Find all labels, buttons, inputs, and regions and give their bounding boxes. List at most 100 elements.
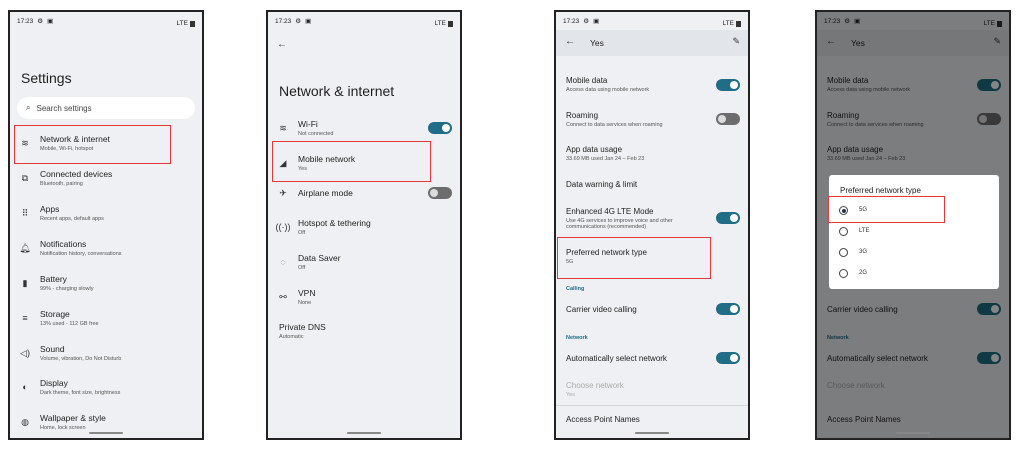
network-option-2g[interactable]: 2G (839, 264, 867, 282)
search-icon: ⌕ (26, 103, 31, 112)
cast-icon: ▣ (47, 18, 54, 25)
item-title: Wallpaper & style (40, 413, 106, 423)
settings-item-sound[interactable]: ◁) Sound Volume, vibration, Do Not Distur… (10, 336, 202, 370)
network-option-lte[interactable]: LTE (839, 222, 870, 240)
roaming-toggle[interactable] (716, 113, 740, 125)
item-title: Sound (40, 344, 65, 354)
item-subtitle: None (298, 300, 312, 306)
bell-icon: 🔔︎ (19, 242, 31, 253)
item-title: Hotspot & tethering (298, 218, 371, 228)
item-title: VPN (298, 288, 316, 298)
access-point-names-item[interactable]: Access Point Names (566, 415, 742, 424)
highlight-box (828, 196, 945, 223)
edit-pencil-icon[interactable]: ✎ (732, 36, 740, 47)
battery-icon: ▮ (22, 277, 28, 288)
status-time: 17:23 (275, 18, 292, 25)
search-placeholder: Search settings (36, 103, 92, 113)
item-subtitle: Connect to data services when roaming (566, 122, 663, 128)
item-subtitle: 13% used - 112 GB free (40, 321, 99, 327)
settings-item-connected-devices[interactable]: ⧉ Connected devices Bluetooth, pairing (10, 161, 202, 195)
toggle-knob (730, 214, 738, 222)
item-title: Connected devices (40, 169, 113, 179)
settings-item-display[interactable]: ◐ Display Dark theme, font size, brightne… (10, 370, 202, 404)
item-subtitle: Bluetooth, pairing (40, 181, 83, 187)
radio-unselected-icon (839, 226, 848, 236)
gesture-handle (896, 432, 930, 434)
preferred-network-dialog-screen: 17:23 ⚙ ▣ LTE ← Yes ✎ Mobile data Access d… (815, 10, 1011, 440)
app-bar: ← Yes ✎ (556, 30, 748, 56)
gesture-handle (635, 432, 669, 434)
section-header-network: Network (566, 335, 588, 341)
toggle-knob (430, 189, 438, 197)
settings-item-battery[interactable]: ▮ Battery 99% - charging slowly (10, 266, 202, 300)
radio-unselected-icon (839, 247, 848, 257)
wifi-toggle[interactable] (428, 122, 452, 134)
highlight-box (14, 125, 171, 164)
toggle-knob (730, 81, 738, 89)
lte-icon: LTE (176, 20, 188, 27)
display-icon: ◐ (22, 382, 28, 392)
item-title: Access Point Names (566, 415, 640, 424)
choose-network-item: Choose network Yes (566, 381, 742, 398)
item-subtitle: Off (298, 230, 306, 236)
highlight-box (272, 141, 431, 182)
back-arrow-icon[interactable]: ← (277, 39, 287, 50)
cast-icon: ▣ (593, 18, 600, 25)
volume-icon: ◁) (20, 347, 30, 358)
page-title: Yes (590, 38, 604, 48)
item-subtitle: 33.69 MB used Jan 24 – Feb 23 (566, 156, 645, 162)
item-title: Wi-Fi (298, 119, 318, 129)
item-subtitle: Home, lock screen (40, 425, 86, 431)
storage-icon: ≡ (22, 313, 28, 323)
item-subtitle: Volume, vibration, Do Not Disturb (40, 356, 122, 362)
back-arrow-icon[interactable]: ← (565, 36, 575, 47)
item-title: Display (40, 378, 68, 388)
network-item-private-dns[interactable]: Private DNS Automatic (268, 314, 460, 348)
data-warning-item[interactable]: Data warning & limit (566, 180, 742, 189)
section-header-calling: Calling (566, 286, 585, 292)
hotspot-icon: ((·)) (275, 222, 291, 232)
option-label: 2G (859, 270, 868, 276)
item-subtitle: Off (298, 265, 306, 271)
item-title: Battery (40, 274, 67, 284)
settings-item-notifications[interactable]: 🔔︎ Notifications Notification history, co… (10, 231, 202, 265)
airplane-toggle[interactable] (428, 187, 452, 199)
network-item-vpn[interactable]: ⚯ VPN None (268, 280, 460, 314)
battery-icon (448, 20, 453, 27)
radio-unselected-icon (839, 268, 848, 278)
network-item-data-saver[interactable]: ◌ Data Saver Off (268, 245, 460, 279)
settings-item-apps[interactable]: ⠿ Apps Recent apps, default apps (10, 196, 202, 230)
item-subtitle: Access data using mobile network (566, 87, 650, 93)
mobile-data-toggle[interactable] (716, 79, 740, 91)
auto-select-toggle[interactable] (716, 352, 740, 364)
app-data-usage-item[interactable]: App data usage 33.69 MB used Jan 24 – Fe… (566, 145, 742, 162)
carrier-video-toggle[interactable] (716, 303, 740, 315)
item-title: Storage (40, 309, 70, 319)
status-time: 17:23 (17, 18, 34, 25)
item-title: Airplane mode (298, 188, 353, 198)
battery-icon (736, 20, 741, 27)
settings-item-storage[interactable]: ≡ Storage 13% used - 112 GB free (10, 301, 202, 335)
search-input[interactable]: ⌕ Search settings (17, 97, 195, 119)
airplane-icon: ✈ (279, 187, 287, 198)
item-title: App data usage (566, 145, 623, 154)
toggle-knob (718, 115, 726, 123)
mobile-network-screen: 17:23 ⚙ ▣ LTE ← Yes ✎ Mobile data Access d… (554, 10, 750, 440)
gesture-handle (347, 432, 381, 434)
item-title: Data Saver (298, 253, 341, 263)
item-title: Apps (40, 204, 60, 214)
preferred-network-dialog: Preferred network type 5G LTE 3G 2G (828, 175, 999, 289)
toggle-knob (730, 305, 738, 313)
item-subtitle: Automatic (279, 334, 304, 340)
item-subtitle: Recent apps, default apps (40, 216, 104, 222)
network-option-3g[interactable]: 3G (839, 243, 867, 261)
item-title: Choose network (566, 381, 624, 390)
settings-screen: 17:23 ⚙ ▣ LTE Settings ⌕ Search settings ≋… (8, 10, 204, 440)
option-label: 3G (859, 249, 868, 255)
enhanced-lte-toggle[interactable] (716, 212, 740, 224)
palette-icon: ◍ (21, 416, 29, 427)
page-title: Settings (21, 70, 72, 86)
network-item-hotspot[interactable]: ((·)) Hotspot & tethering Off (268, 210, 460, 244)
status-time: 17:23 (563, 18, 580, 25)
item-subtitle: Use 4G services to improve voice and oth… (566, 218, 673, 230)
